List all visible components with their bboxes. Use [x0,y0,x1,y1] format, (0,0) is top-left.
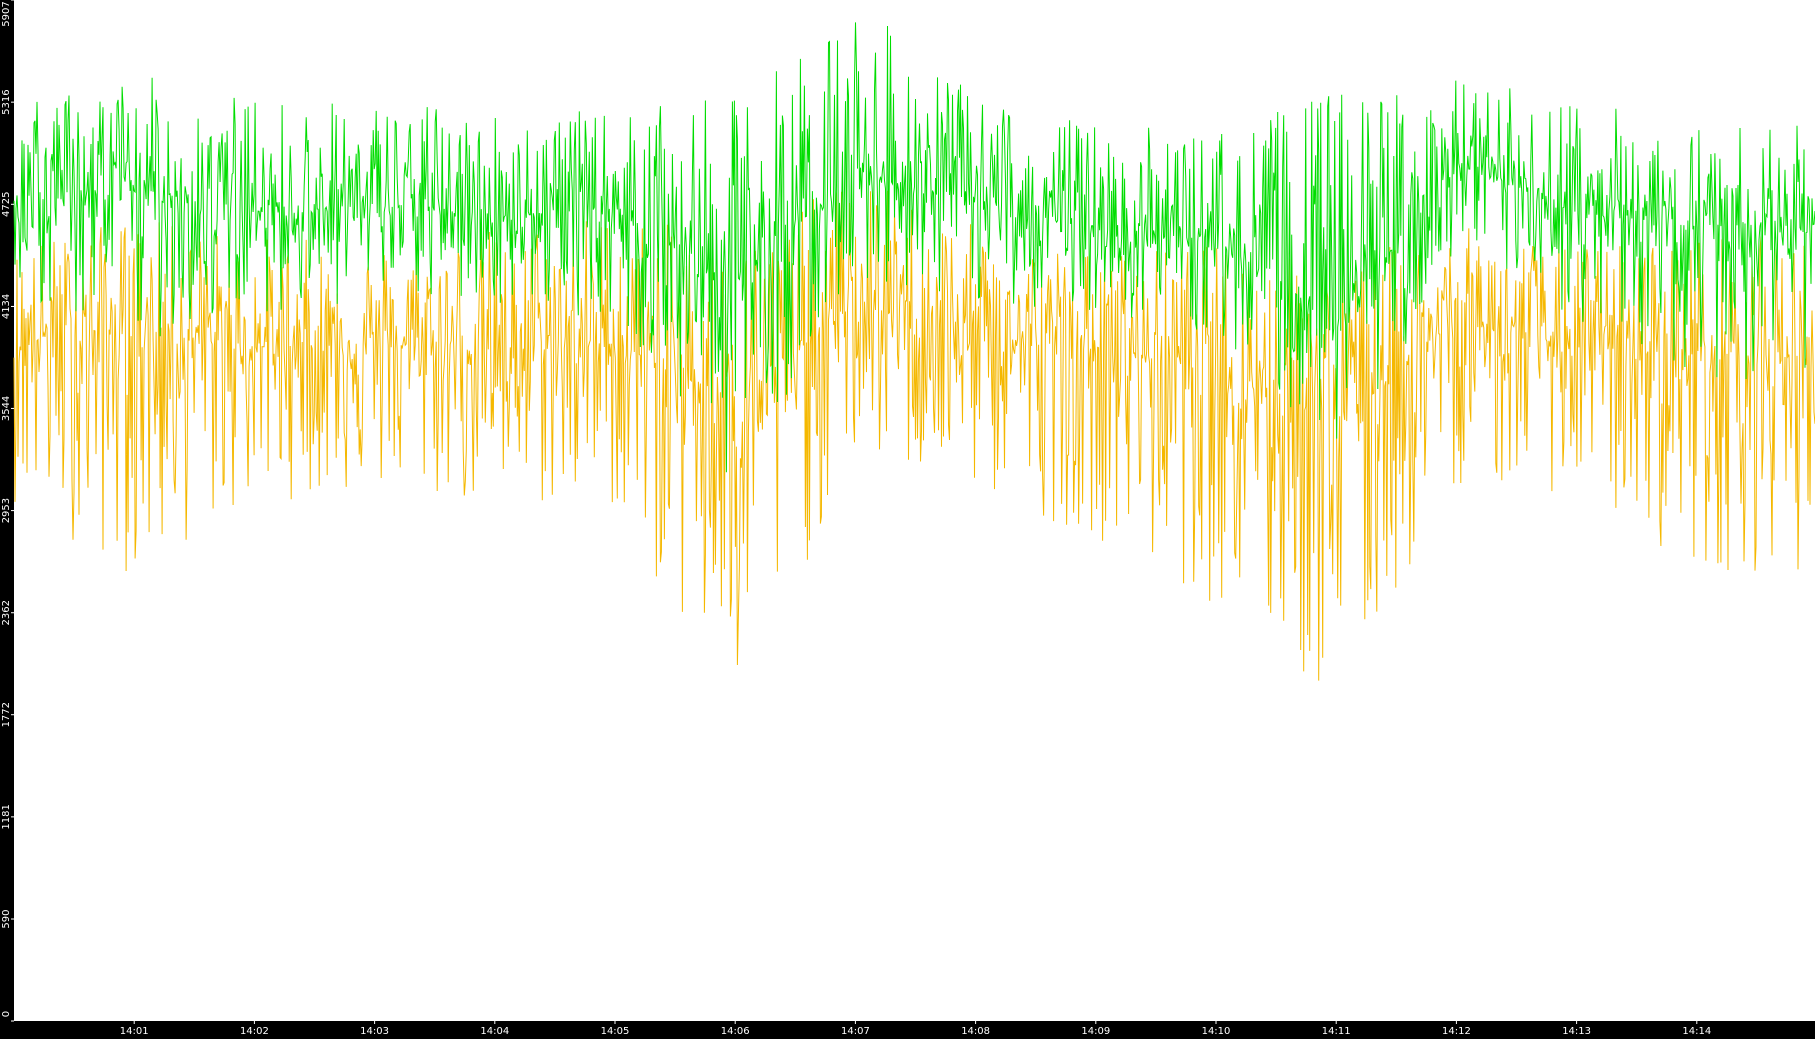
y-tick-label: 0 [1,1011,12,1017]
series-line-orange [13,190,1815,681]
x-tick-label: 14:14 [1682,1026,1711,1037]
x-tick-label: 14:01 [120,1026,149,1037]
x-tick-label: 14:13 [1562,1026,1591,1037]
x-tick-label: 14:09 [1081,1026,1110,1037]
x-tick-label: 14:11 [1322,1026,1351,1037]
series-line-green [13,22,1815,473]
y-tick-label: 5907 [1,1,12,26]
x-tick-label: 14:02 [240,1026,269,1037]
x-axis-band [0,1021,1815,1039]
y-tick-label: 2953 [1,498,12,523]
y-tick-label: 3544 [1,396,12,421]
y-tick-label: 2362 [1,600,12,625]
line-chart: 0 590 1181 1772 2362 2953 3544 4134 4725 5316 5907… [0,0,1815,1039]
y-tick-label: 1181 [1,804,12,829]
x-tick-label: 14:07 [841,1026,870,1037]
y-tick-label: 4725 [1,192,12,217]
x-tick-label: 14:04 [480,1026,509,1037]
y-tick-label: 4134 [1,294,12,319]
x-tick-label: 14:05 [601,1026,630,1037]
y-tick-label: 1772 [1,702,12,727]
x-tick-label: 14:03 [360,1026,389,1037]
x-tick-label: 14:06 [721,1026,750,1037]
x-tick-label: 14:12 [1442,1026,1471,1037]
plot-area [13,22,1815,681]
chart-container: 0 590 1181 1772 2362 2953 3544 4134 4725 5316 5907… [0,0,1815,1039]
x-tick-label: 14:10 [1202,1026,1231,1037]
y-tick-label: 590 [1,909,12,928]
y-tick-label: 5316 [1,89,12,114]
x-tick-label: 14:08 [961,1026,990,1037]
